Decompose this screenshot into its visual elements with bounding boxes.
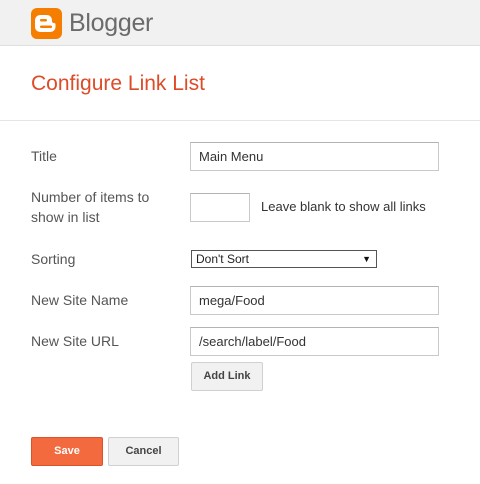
blogger-logo-icon[interactable] <box>31 8 62 39</box>
title-input[interactable] <box>190 142 439 171</box>
page-title: Configure Link List <box>31 72 205 95</box>
dropdown-arrow-icon: ▼ <box>362 254 371 264</box>
sorting-select[interactable]: Don't Sort ▼ <box>191 250 377 268</box>
new-site-name-label: New Site Name <box>31 292 129 308</box>
new-site-url-label: New Site URL <box>31 333 119 349</box>
divider <box>0 120 480 121</box>
sorting-label: Sorting <box>31 251 76 267</box>
title-label: Title <box>31 148 57 164</box>
num-items-hint: Leave blank to show all links <box>261 199 426 214</box>
top-header: Blogger <box>0 0 480 46</box>
add-link-button[interactable]: Add Link <box>191 362 263 391</box>
sorting-value: Don't Sort <box>196 252 249 266</box>
brand-name[interactable]: Blogger <box>69 7 153 39</box>
num-items-label-line1: Number of items to <box>31 189 150 205</box>
new-site-url-input[interactable] <box>190 327 439 356</box>
save-button[interactable]: Save <box>31 437 103 466</box>
num-items-label-line2: show in list <box>31 209 100 225</box>
cancel-button[interactable]: Cancel <box>108 437 179 466</box>
num-items-input[interactable] <box>190 193 250 222</box>
new-site-name-input[interactable] <box>190 286 439 315</box>
